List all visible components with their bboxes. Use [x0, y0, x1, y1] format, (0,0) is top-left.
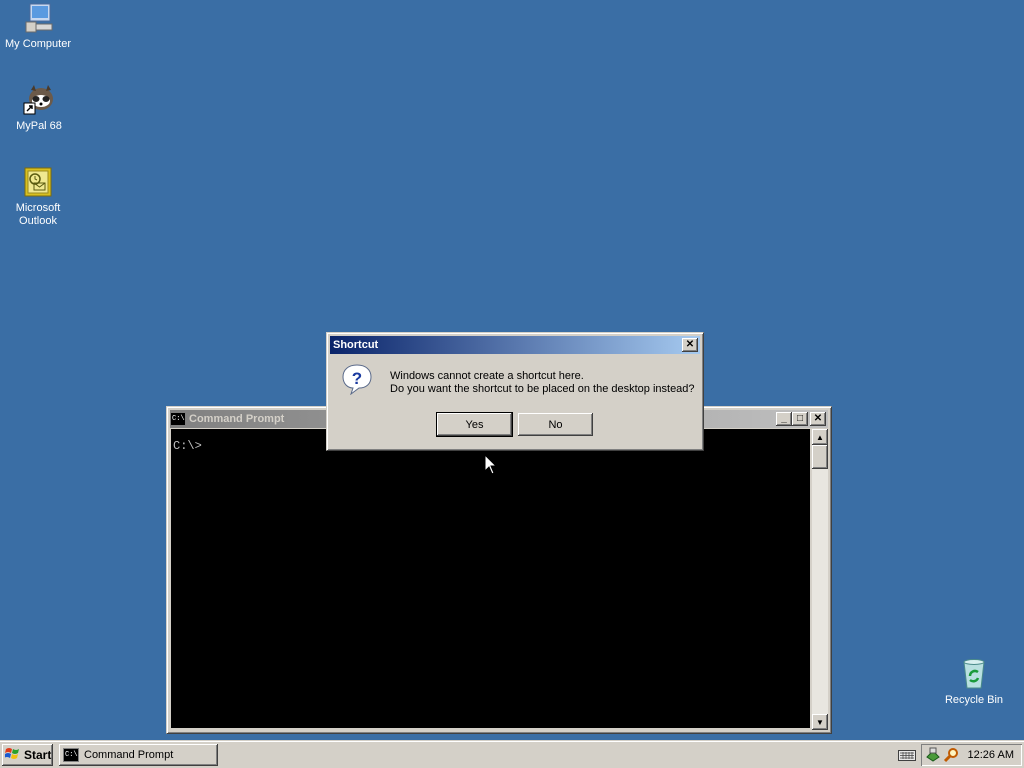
- scroll-thumb[interactable]: [812, 445, 828, 469]
- icon-label: My Computer: [4, 38, 72, 50]
- cmd-window-icon: C:\: [63, 748, 79, 762]
- icon-label: Microsoft Outlook: [15, 202, 61, 227]
- dialog-title: Shortcut: [333, 339, 379, 351]
- system-tray: 12:26 AM: [921, 744, 1022, 766]
- recycle-bin-icon: [958, 658, 990, 690]
- mouse-cursor-icon: [484, 453, 498, 475]
- desktop-icon-recycle-bin[interactable]: Recycle Bin: [936, 658, 1012, 707]
- close-button[interactable]: ✕: [810, 412, 826, 426]
- dialog-message: Windows cannot create a shortcut here. D…: [390, 370, 695, 396]
- search-icon[interactable]: [943, 747, 959, 766]
- scroll-down-button[interactable]: ▼: [812, 714, 828, 730]
- desktop-icon-my-computer[interactable]: My Computer: [0, 2, 76, 51]
- desktop-icon-outlook[interactable]: Microsoft Outlook: [0, 166, 76, 228]
- question-icon: ?: [341, 363, 373, 396]
- clock[interactable]: 12:26 AM: [968, 749, 1014, 761]
- minimize-icon: _: [781, 413, 787, 424]
- arrow-down-icon: ▼: [816, 717, 824, 727]
- arrow-up-icon: ▲: [816, 432, 824, 442]
- dialog-message-line2: Do you want the shortcut to be placed on…: [390, 383, 695, 395]
- icon-label: Recycle Bin: [944, 694, 1004, 706]
- dialog-message-line1: Windows cannot create a shortcut here.: [390, 370, 584, 382]
- maximize-button[interactable]: □: [792, 412, 808, 426]
- minimize-button[interactable]: _: [776, 412, 792, 426]
- raccoon-icon: [23, 84, 55, 116]
- network-icon[interactable]: [925, 747, 941, 766]
- desktop-icon-mypal[interactable]: MyPal 68: [1, 84, 77, 133]
- cmd-window-icon: C:\: [170, 412, 186, 426]
- dialog-titlebar[interactable]: Shortcut ✕: [330, 336, 700, 354]
- cmd-title: Command Prompt: [189, 413, 285, 425]
- svg-text:?: ?: [352, 369, 362, 388]
- scroll-up-button[interactable]: ▲: [812, 429, 828, 445]
- close-button[interactable]: ✕: [682, 338, 698, 352]
- icon-label: MyPal 68: [16, 120, 62, 132]
- start-button[interactable]: Start: [2, 744, 53, 766]
- keyboard-icon[interactable]: [898, 748, 916, 762]
- start-label: Start: [24, 748, 52, 762]
- command-prompt-window[interactable]: C:\ Command Prompt _ □ ✕ C:\> ▲ ▼: [166, 406, 832, 734]
- command-prompt-text: C:\>: [173, 439, 202, 453]
- no-button[interactable]: No: [518, 413, 593, 436]
- maximize-icon: □: [796, 413, 804, 424]
- taskbar: Start C:\ Command Prompt 12:26 AM: [0, 740, 1024, 768]
- taskbar-item-label: Command Prompt: [84, 749, 174, 761]
- outlook-icon: [22, 166, 54, 198]
- windows-logo-icon: [4, 747, 21, 764]
- computer-icon: [22, 2, 54, 34]
- vertical-scrollbar[interactable]: ▲ ▼: [812, 429, 828, 730]
- shortcut-dialog[interactable]: Shortcut ✕ ? Windows cannot create a sho…: [326, 332, 704, 451]
- yes-button[interactable]: Yes: [436, 412, 513, 437]
- close-icon: ✕: [685, 339, 695, 350]
- taskbar-item-command-prompt[interactable]: C:\ Command Prompt: [59, 744, 218, 766]
- close-icon: ✕: [813, 413, 823, 424]
